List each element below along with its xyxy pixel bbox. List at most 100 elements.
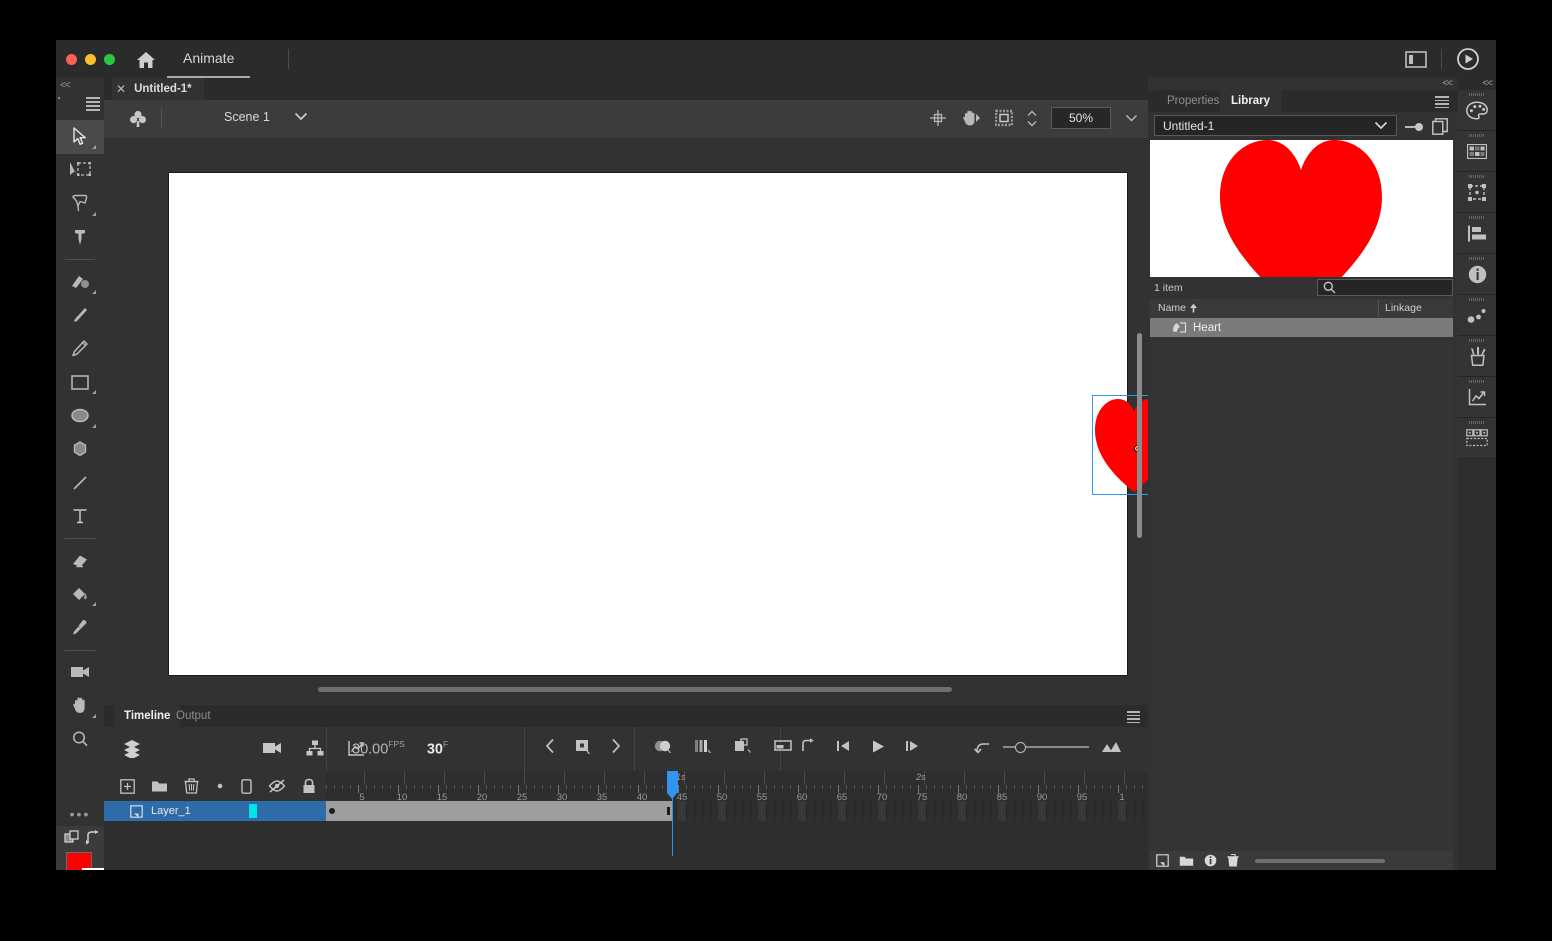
- hide-layers-icon[interactable]: [268, 779, 286, 793]
- onion-skin-icon[interactable]: [654, 739, 672, 753]
- delete-icon[interactable]: [1227, 854, 1239, 867]
- new-folder-icon[interactable]: [1179, 855, 1194, 867]
- maximize-window-button[interactable]: [104, 54, 115, 65]
- canvas-work-area[interactable]: [104, 138, 1148, 705]
- canvas-vertical-scrollbar[interactable]: [1137, 333, 1142, 538]
- layer-depth-icon[interactable]: [122, 738, 142, 758]
- new-library-panel-icon[interactable]: [1432, 118, 1448, 135]
- pencil-tool[interactable]: [56, 332, 104, 366]
- stage-outline-icon[interactable]: [995, 109, 1013, 127]
- selection-tool[interactable]: [56, 120, 104, 154]
- tab-library[interactable]: Library: [1220, 90, 1281, 112]
- home-icon[interactable]: [135, 50, 157, 70]
- minimize-window-button[interactable]: [85, 54, 96, 65]
- layer-outline-icon[interactable]: [241, 778, 252, 794]
- library-search-input[interactable]: [1317, 279, 1453, 296]
- current-frame-field[interactable]: 30F: [427, 739, 448, 758]
- next-keyframe-icon[interactable]: [610, 738, 622, 754]
- panel-menu-icon[interactable]: [1127, 711, 1140, 723]
- center-stage-icon[interactable]: [929, 109, 947, 127]
- more-tools-icon[interactable]: •••: [56, 806, 104, 822]
- step-back-one-frame-icon[interactable]: [836, 739, 851, 753]
- edit-symbols-icon[interactable]: [128, 109, 148, 129]
- lasso-tool[interactable]: [56, 187, 104, 221]
- layer-parenting-icon[interactable]: [306, 740, 324, 756]
- frames-area[interactable]: [326, 801, 1148, 821]
- show-all-layers-icon[interactable]: [215, 781, 225, 791]
- new-folder-icon[interactable]: [151, 779, 168, 793]
- swap-colors-icon[interactable]: [86, 830, 100, 845]
- zoom-stepper[interactable]: [1027, 110, 1037, 127]
- edit-multiple-frames-icon[interactable]: [734, 738, 752, 753]
- chevron-down-icon[interactable]: [294, 112, 308, 121]
- library-preview-size-slider[interactable]: [1255, 858, 1385, 863]
- brush-tool[interactable]: [56, 299, 104, 333]
- insert-keyframe-icon[interactable]: [574, 738, 592, 754]
- rectangle-tool[interactable]: [56, 366, 104, 400]
- no-color-icon[interactable]: [82, 868, 104, 870]
- paint-brush-tool[interactable]: [56, 265, 104, 299]
- close-window-button[interactable]: [66, 54, 77, 65]
- scene-selector-label[interactable]: Scene 1: [224, 110, 270, 124]
- loop-playback-icon[interactable]: [800, 738, 816, 754]
- symbol-properties-icon[interactable]: [1204, 854, 1217, 867]
- zoom-dropdown-chevron-icon[interactable]: [1125, 114, 1138, 122]
- camera-tool[interactable]: [56, 656, 104, 690]
- new-symbol-icon[interactable]: [1156, 854, 1169, 867]
- delete-layer-icon[interactable]: [184, 778, 199, 794]
- tools-collapse-icon[interactable]: <<: [60, 80, 71, 91]
- default-colors-icon[interactable]: [64, 830, 80, 846]
- panel-menu-icon[interactable]: [1435, 96, 1449, 108]
- hand-tool[interactable]: [56, 689, 104, 723]
- library-item-heart[interactable]: Heart: [1150, 318, 1453, 337]
- eraser-tool[interactable]: [56, 544, 104, 578]
- camera-icon[interactable]: [262, 741, 282, 755]
- fps-field[interactable]: 30.00FPS: [352, 739, 405, 758]
- document-tab[interactable]: ✕ Untitled-1*: [112, 78, 204, 100]
- keyframe-marker[interactable]: [329, 808, 335, 814]
- slider-knob[interactable]: [1015, 742, 1026, 753]
- close-icon[interactable]: ✕: [116, 82, 126, 96]
- pin-library-icon[interactable]: [1404, 122, 1424, 132]
- resize-timeline-view-icon[interactable]: [1101, 741, 1121, 753]
- lock-layers-icon[interactable]: [302, 778, 316, 794]
- info-panel[interactable]: [1458, 254, 1496, 295]
- play-icon[interactable]: [871, 739, 885, 754]
- free-transform-tool[interactable]: [56, 154, 104, 188]
- oval-tool[interactable]: [56, 399, 104, 433]
- text-tool[interactable]: [56, 500, 104, 534]
- frame-picker-panel[interactable]: [1458, 418, 1496, 459]
- color-panel[interactable]: [1458, 90, 1496, 131]
- tab-output[interactable]: Output: [166, 705, 221, 727]
- polystar-tool[interactable]: [56, 433, 104, 467]
- swatches-panel[interactable]: [1458, 131, 1496, 172]
- playhead-head[interactable]: [667, 771, 678, 793]
- brush-library-panel[interactable]: [1458, 336, 1496, 377]
- step-forward-one-frame-icon[interactable]: [905, 739, 920, 753]
- previous-keyframe-icon[interactable]: [544, 738, 556, 754]
- line-tool[interactable]: [56, 466, 104, 500]
- align-distribute-panel[interactable]: [1458, 213, 1496, 254]
- reverse-keyframes-icon[interactable]: [974, 741, 991, 754]
- motion-editor-panel[interactable]: [1458, 377, 1496, 418]
- align-panel[interactable]: [1458, 172, 1496, 213]
- library-document-select[interactable]: Untitled-1: [1154, 115, 1397, 136]
- test-movie-play-icon[interactable]: [1456, 47, 1480, 71]
- panel-collapse-icon[interactable]: <<: [1442, 78, 1453, 89]
- eyedropper-tool[interactable]: [56, 611, 104, 645]
- paint-bucket-tool[interactable]: [56, 578, 104, 612]
- stage[interactable]: [168, 172, 1148, 676]
- zoom-value-field[interactable]: 50%: [1051, 107, 1111, 129]
- onion-skin-outlines-icon[interactable]: [694, 739, 712, 753]
- transform-panel[interactable]: [1458, 295, 1496, 336]
- zoom-tool[interactable]: [56, 723, 104, 757]
- tool-options-menu-icon[interactable]: [86, 97, 100, 111]
- rail-collapse-icon[interactable]: <<: [1482, 78, 1493, 89]
- clip-content-icon[interactable]: [961, 109, 981, 127]
- app-tab-animate[interactable]: Animate: [167, 40, 251, 78]
- library-item-list[interactable]: Heart: [1150, 318, 1453, 851]
- modify-onion-markers-icon[interactable]: [774, 739, 792, 752]
- workspace-layout-icon[interactable]: [1405, 50, 1427, 68]
- timeline-ruler[interactable]: 1s 2s 3s 5 10 15 20 25 30 35 40 45 50 55 60 65 70 75 80…: [326, 771, 1148, 801]
- canvas-horizontal-scrollbar[interactable]: [318, 687, 952, 692]
